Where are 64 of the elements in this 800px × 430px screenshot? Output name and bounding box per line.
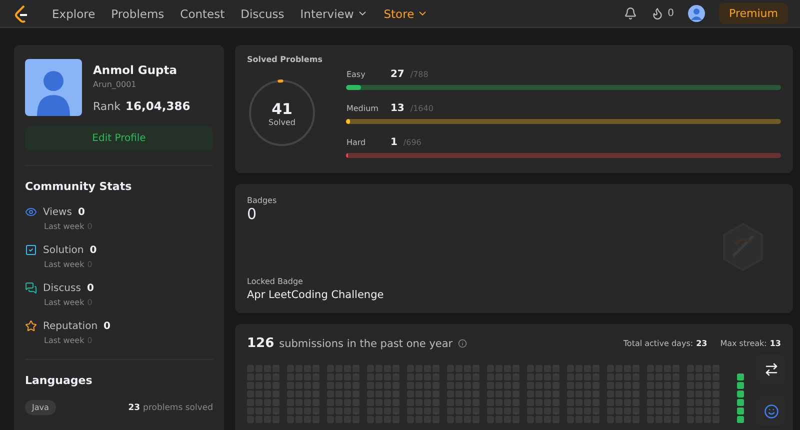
solved-label: Solved bbox=[268, 118, 296, 126]
swap-icon bbox=[764, 362, 778, 376]
difficulty-count: 13 bbox=[390, 103, 404, 114]
info-icon[interactable] bbox=[458, 339, 467, 348]
nav-link[interactable]: Contest bbox=[180, 6, 225, 20]
user-name: Anmol Gupta bbox=[93, 63, 178, 77]
streak-count: 0 bbox=[668, 8, 674, 19]
language-suffix: problems solved bbox=[143, 402, 213, 412]
nav-link[interactable]: Problems bbox=[111, 6, 164, 20]
difficulty-total: /696 bbox=[403, 138, 422, 147]
difficulty-count: 27 bbox=[390, 69, 404, 80]
star-icon bbox=[25, 320, 37, 332]
nav-link[interactable]: Explore bbox=[52, 6, 96, 20]
stat-sub-label: Last week bbox=[44, 222, 84, 231]
chat-icon bbox=[25, 282, 37, 294]
logo-icon[interactable] bbox=[14, 4, 30, 22]
avatar-icon[interactable] bbox=[688, 5, 706, 22]
solved-total: 41 bbox=[272, 100, 292, 118]
stat-sub-label: Last week bbox=[44, 336, 84, 345]
section-title: Community Stats bbox=[25, 180, 133, 193]
locked-badge-label: Locked Badge bbox=[247, 277, 304, 286]
progress-ring bbox=[247, 78, 317, 148]
stat-value: 0 bbox=[86, 282, 94, 294]
stat-sub-label: Last week bbox=[44, 298, 84, 307]
submission-text: submissions in the past one year bbox=[279, 338, 453, 350]
rank-value: 16,04,386 bbox=[125, 99, 190, 113]
flame-icon[interactable] bbox=[650, 7, 664, 20]
bell-icon[interactable] bbox=[624, 7, 637, 20]
stat-value: 0 bbox=[90, 244, 97, 256]
card-title: Solved Problems bbox=[247, 55, 322, 64]
smiley-icon bbox=[764, 404, 778, 418]
stat-label: Discuss bbox=[43, 282, 81, 294]
language-tag: Java bbox=[25, 400, 56, 415]
rank-label: Rank bbox=[93, 100, 120, 112]
stat-sub-label: Last week bbox=[44, 260, 84, 269]
stat-label: Solution bbox=[43, 244, 84, 256]
max-streak-value: 13 bbox=[770, 339, 781, 348]
difficulty-total: /1640 bbox=[410, 104, 434, 113]
checkbox-icon bbox=[25, 244, 37, 256]
difficulty-count: 1 bbox=[390, 137, 398, 148]
language-count: 23 bbox=[128, 402, 140, 412]
user-handle: Arun_0001 bbox=[93, 80, 138, 89]
nav-link[interactable]: Interview bbox=[300, 6, 368, 20]
nav-link[interactable]: Store bbox=[384, 6, 428, 20]
active-days-value: 23 bbox=[696, 339, 708, 348]
difficulty-total: /788 bbox=[410, 70, 428, 79]
edit-profile-button[interactable]: Edit Profile bbox=[25, 126, 213, 151]
badge-count: 0 bbox=[247, 205, 258, 223]
submission-count: 126 bbox=[247, 336, 274, 351]
difficulty-label: Easy bbox=[346, 70, 366, 79]
locked-badge-name: Apr LeetCoding Challenge bbox=[247, 289, 385, 301]
stat-value: 0 bbox=[104, 320, 111, 332]
nav-link[interactable]: Discuss bbox=[240, 6, 284, 20]
active-days-label: Total active days: bbox=[623, 339, 694, 348]
max-streak-label: Max streak: bbox=[720, 339, 767, 348]
difficulty-label: Hard bbox=[346, 138, 367, 147]
stat-label: Views bbox=[43, 206, 72, 218]
card-title: Badges bbox=[247, 196, 278, 205]
stat-label: Reputation bbox=[43, 320, 98, 332]
premium-button[interactable]: Premium bbox=[719, 3, 788, 24]
section-title: Languages bbox=[25, 374, 94, 387]
difficulty-label: Medium bbox=[346, 104, 380, 113]
eye-icon bbox=[25, 206, 37, 218]
stat-value: 0 bbox=[78, 206, 85, 218]
